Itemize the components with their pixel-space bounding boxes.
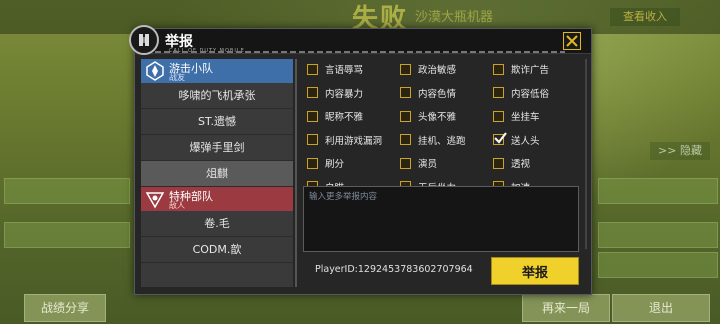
report-reason-label: 送人头 bbox=[511, 135, 540, 147]
enemy-team-tag: 敌人 bbox=[169, 201, 185, 210]
close-button[interactable] bbox=[563, 32, 581, 50]
report-reason-option[interactable]: 送人头 bbox=[493, 130, 540, 150]
report-reason-label: 内容低俗 bbox=[511, 88, 550, 100]
checkbox-icon[interactable] bbox=[493, 110, 504, 122]
report-reason-option[interactable]: 内容色情 bbox=[400, 83, 456, 103]
report-reason-label: 透视 bbox=[511, 159, 531, 170]
report-reason-label: 头像不雅 bbox=[418, 112, 457, 123]
player-list-item[interactable]: 哆啸的飞机承张 bbox=[141, 83, 293, 109]
checkbox-icon[interactable] bbox=[493, 63, 504, 75]
report-reason-label: 言语辱骂 bbox=[325, 65, 364, 76]
player-list-scrollbar[interactable] bbox=[295, 59, 297, 287]
report-reason-label: 欺诈广告 bbox=[511, 65, 550, 76]
report-reason-option[interactable]: 昵称不雅 bbox=[307, 106, 363, 126]
checkbox-icon[interactable] bbox=[307, 157, 318, 169]
report-reason-option[interactable]: 头像不雅 bbox=[400, 106, 456, 126]
background-hide-tag: >> 隐藏 bbox=[650, 142, 710, 160]
checkbox-icon[interactable] bbox=[400, 87, 411, 98]
player-list-item[interactable]: 爆弹手里剑 bbox=[141, 135, 293, 161]
enemy-team-icon bbox=[145, 192, 165, 209]
player-id-label: PlayerID:1292453783602707964 bbox=[315, 264, 473, 275]
report-reason-label: 演员 bbox=[418, 159, 438, 170]
background-row bbox=[598, 252, 718, 278]
checkbox-checked-icon[interactable] bbox=[493, 132, 507, 145]
checkbox-icon[interactable] bbox=[307, 87, 318, 98]
submit-report-button[interactable]: 举报 bbox=[491, 257, 579, 285]
ally-team-tag: 战友 bbox=[169, 73, 185, 82]
report-reason-label: 内容色情 bbox=[418, 88, 457, 100]
checkbox-icon[interactable] bbox=[400, 157, 411, 169]
report-reason-option[interactable]: 欺诈广告 bbox=[493, 59, 549, 79]
ally-team-icon bbox=[146, 61, 164, 81]
background-again-button: 再来一局 bbox=[522, 294, 610, 322]
checkbox-icon[interactable] bbox=[307, 63, 318, 75]
report-reason-option[interactable]: 内容暴力 bbox=[307, 83, 363, 103]
report-reason-option[interactable]: 演员 bbox=[400, 153, 437, 173]
report-reason-option[interactable]: 刷分 bbox=[307, 153, 344, 173]
close-icon bbox=[566, 35, 578, 47]
reasons-scrollbar[interactable] bbox=[585, 59, 587, 249]
background-row bbox=[4, 222, 130, 248]
report-reason-label: 坐挂车 bbox=[511, 112, 540, 123]
background-row bbox=[598, 222, 718, 248]
player-list: 游击小队 战友 哆啸的飞机承张 ST.遗憾 爆弹手里剑 俎麒 特种部队 敌人 卷… bbox=[141, 59, 293, 287]
report-details-textarea[interactable]: 输入更多举报内容 bbox=[303, 186, 579, 252]
background-row bbox=[598, 178, 718, 204]
report-reasons-grid: 言语辱骂 政治敏感 欺诈广告内容暴力 内容色情 内容低俗昵称不雅 头像不雅 坐挂车利用游戏漏… bbox=[303, 59, 583, 187]
background-share-button: 战绩分享 bbox=[24, 294, 106, 322]
report-reason-option[interactable]: 政治敏感 bbox=[400, 59, 456, 79]
player-list-item[interactable]: ST.遗憾 bbox=[141, 109, 293, 135]
enemy-team-header: 特种部队 敌人 bbox=[141, 187, 293, 211]
background-row bbox=[4, 178, 130, 204]
report-reason-label: 政治敏感 bbox=[418, 65, 457, 76]
checkbox-icon[interactable] bbox=[493, 87, 504, 98]
background-exit-button: 退出 bbox=[612, 294, 710, 322]
report-reason-option[interactable]: 透视 bbox=[493, 153, 530, 173]
checkbox-icon[interactable] bbox=[400, 110, 411, 122]
report-reason-label: 利用游戏漏洞 bbox=[325, 135, 383, 147]
report-reason-label: 挂机、逃跑 bbox=[418, 135, 466, 147]
ally-team-header: 游击小队 战友 bbox=[141, 59, 293, 83]
report-reason-option[interactable]: 坐挂车 bbox=[493, 106, 540, 126]
report-reason-option[interactable]: 言语辱骂 bbox=[307, 59, 363, 79]
player-list-item[interactable]: 卷.毛 bbox=[141, 211, 293, 237]
player-list-item[interactable]: CODM.歆 bbox=[141, 237, 293, 263]
player-list-item-selected[interactable]: 俎麒 bbox=[141, 161, 293, 187]
report-reason-option[interactable]: 内容低俗 bbox=[493, 83, 549, 103]
report-dialog: 举报 CALL OF DUTY MOBILE 游击小队 战友 哆啸的飞机承张 S… bbox=[129, 25, 592, 295]
checkbox-icon[interactable] bbox=[400, 134, 411, 145]
checkbox-icon[interactable] bbox=[307, 110, 318, 122]
dialog-header: 举报 CALL OF DUTY MOBILE bbox=[129, 25, 591, 55]
report-reason-label: 内容暴力 bbox=[325, 88, 364, 100]
report-reason-option[interactable]: 利用游戏漏洞 bbox=[307, 130, 382, 150]
report-reason-label: 刷分 bbox=[325, 159, 345, 170]
report-reason-option[interactable]: 挂机、逃跑 bbox=[400, 130, 466, 150]
report-reason-label: 昵称不雅 bbox=[325, 112, 364, 123]
header-divider bbox=[155, 51, 565, 53]
background-map-title: 沙漠大瓶机器 bbox=[415, 10, 494, 25]
checkbox-icon[interactable] bbox=[493, 157, 504, 169]
background-income-tag: 查看收入 bbox=[610, 8, 680, 26]
checkbox-icon[interactable] bbox=[400, 63, 411, 75]
checkbox-icon[interactable] bbox=[307, 134, 318, 145]
